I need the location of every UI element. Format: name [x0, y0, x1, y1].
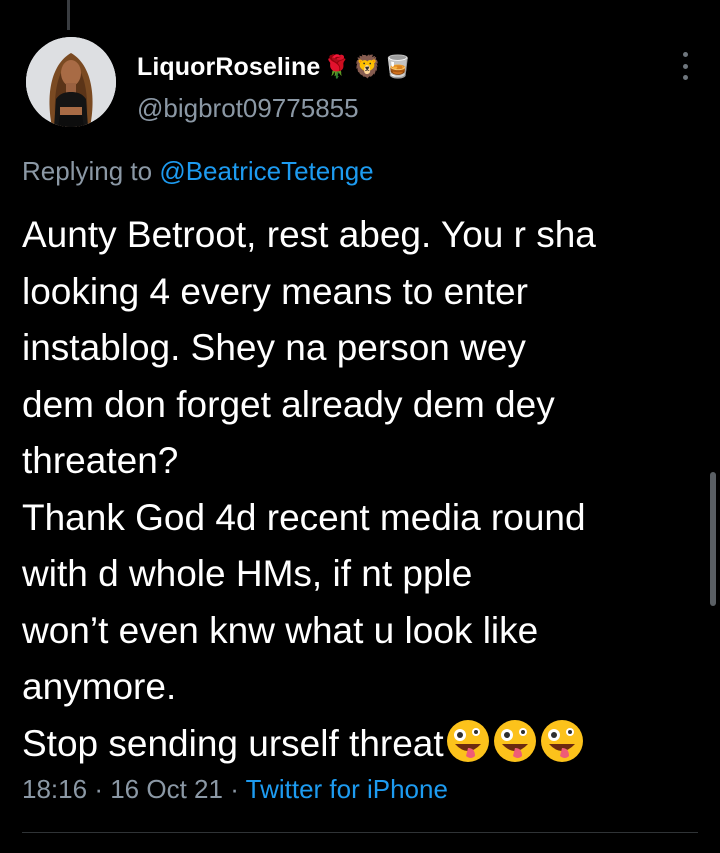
meta-separator: · — [94, 774, 103, 804]
rose-emoji-icon: 🌹 — [323, 54, 351, 79]
more-dot — [682, 52, 688, 57]
tumbler-glass-emoji-icon: 🥃 — [384, 54, 412, 79]
tweet-line-text: Stop sending urself threat — [22, 722, 444, 764]
more-dot — [682, 75, 688, 80]
tweet-date[interactable]: 16 Oct 21 — [110, 774, 223, 804]
tweet-line: dem don forget already dem dey — [22, 383, 555, 425]
replying-to-line: Replying to @BeatriceTetenge — [22, 156, 374, 187]
avatar-image — [26, 37, 116, 127]
zany-face-emoji-icon — [446, 719, 489, 762]
meta-separator: · — [230, 774, 239, 804]
replying-to-label: Replying to — [22, 156, 153, 186]
tweet-line: threaten? — [22, 440, 179, 481]
lion-emoji-icon: 🦁 — [353, 54, 382, 79]
tweet-line: won’t even knw what u look like — [22, 609, 539, 651]
author-display-name[interactable]: LiquorRoseline — [137, 53, 320, 82]
more-options-icon[interactable] — [676, 52, 694, 80]
tweet-line: Thank God 4d recent media round — [22, 496, 586, 538]
avatar[interactable] — [26, 37, 116, 127]
tweet-line: Aunty Betroot, rest abeg. You r sha — [22, 214, 596, 255]
tweet-source-link[interactable]: Twitter for iPhone — [246, 774, 448, 804]
tweet-line: instablog. Shey na person wey — [22, 327, 526, 368]
divider — [22, 832, 698, 833]
tweet-line: anymore. — [22, 666, 177, 707]
tweet-time[interactable]: 18:16 — [22, 774, 87, 804]
zany-face-emoji-icon — [540, 719, 583, 762]
tweet-text: Aunty Betroot, rest abeg. You r sha look… — [22, 207, 707, 772]
thread-connector-line — [67, 0, 70, 30]
zany-face-emoji-icon — [493, 719, 536, 762]
replying-to-mention-link[interactable]: @BeatriceTetenge — [159, 156, 373, 186]
tweet-meta-row: 18:16 · 16 Oct 21 · Twitter for iPhone — [22, 774, 448, 805]
tweet-line: looking 4 every means to enter — [22, 270, 528, 312]
scrollbar-thumb[interactable] — [710, 472, 716, 606]
author-handle[interactable]: @bigbrot09775855 — [137, 93, 359, 124]
tweet-line: with d whole HMs, if nt pple — [22, 553, 473, 594]
author-name-row[interactable]: LiquorRoseline 🌹 🦁 🥃 — [137, 50, 412, 84]
more-dot — [682, 63, 688, 69]
tweet-line-last: Stop sending urself threat — [22, 716, 707, 773]
